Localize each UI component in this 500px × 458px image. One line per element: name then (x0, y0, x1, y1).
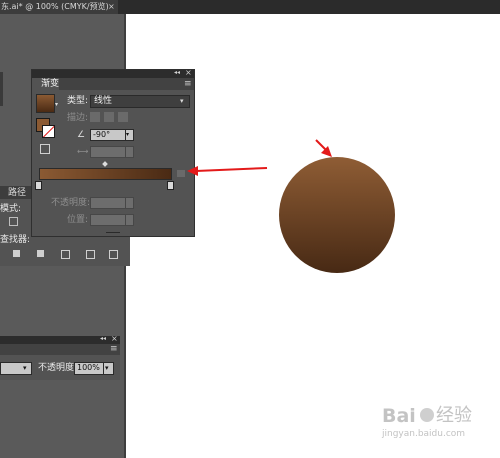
watermark-suffix: 经验 (436, 405, 472, 426)
watermark-brand: Bai (382, 405, 416, 427)
slider-arrow-head-icon (187, 166, 198, 176)
watermark-url: jingyan.baidu.com (382, 429, 466, 439)
annotation-arrows (187, 139, 332, 176)
baidu-watermark: Bai 经验 jingyan.baidu.com (382, 405, 496, 447)
paw-logo-icon (420, 408, 434, 422)
slider-arrow-line (195, 167, 268, 172)
